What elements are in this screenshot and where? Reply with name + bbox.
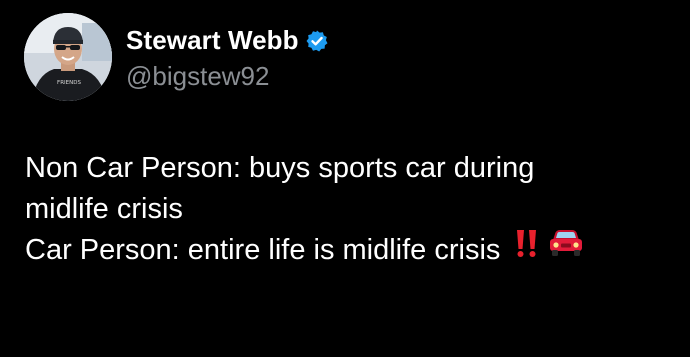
name-row: Stewart Webb xyxy=(126,23,329,59)
tweet-line-3-text: Car Person: entire life is midlife crisi… xyxy=(25,234,501,266)
author-names: Stewart Webb @bigstew92 xyxy=(126,23,329,92)
author-display-name[interactable]: Stewart Webb xyxy=(126,25,299,56)
shirt-text: FRIENDS xyxy=(57,80,81,86)
tweet-card: FRIENDS Stewart Webb @bigstew92 Non Car … xyxy=(0,0,690,357)
double-exclamation-icon xyxy=(514,228,540,270)
tweet-line-1: Non Car Person: buys sports car during xyxy=(25,152,535,184)
avatar-photo-icon: FRIENDS xyxy=(24,13,112,101)
verified-badge-icon[interactable] xyxy=(305,29,329,53)
tweet-line-3: Car Person: entire life is midlife crisi… xyxy=(25,230,675,272)
tweet-line-2: midlife crisis xyxy=(25,193,183,225)
car-icon xyxy=(548,228,584,270)
tweet-header: FRIENDS Stewart Webb @bigstew92 xyxy=(24,13,329,101)
avatar[interactable]: FRIENDS xyxy=(24,13,112,101)
author-handle[interactable]: @bigstew92 xyxy=(126,61,329,92)
tweet-text: Non Car Person: buys sports car during m… xyxy=(25,148,675,272)
